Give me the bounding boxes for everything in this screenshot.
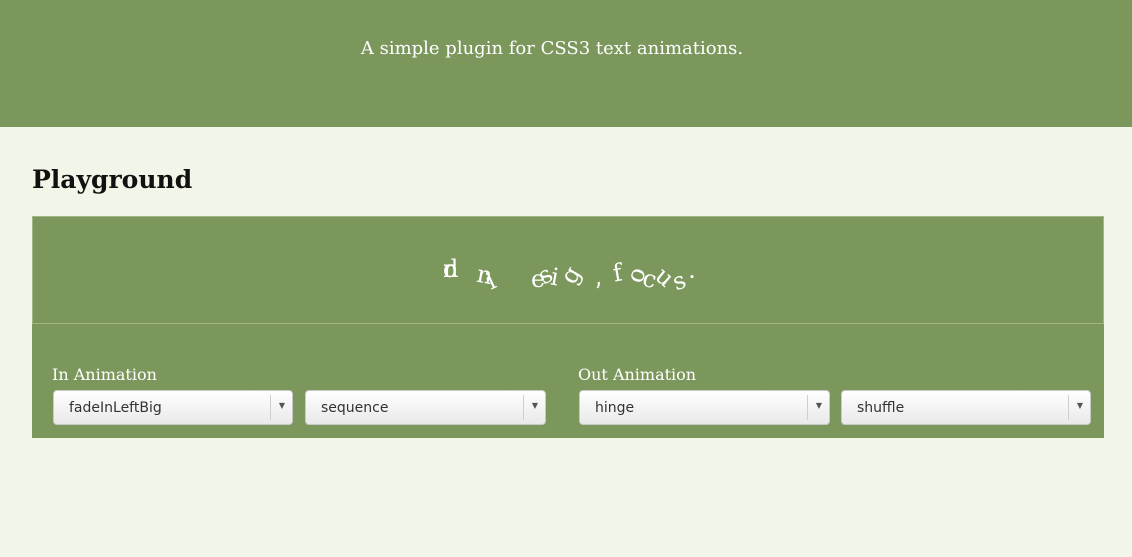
preview-text: in design, focus. bbox=[443, 255, 703, 296]
in-effect-value: fadeInLeftBig bbox=[69, 400, 162, 416]
preview-letter: n bbox=[443, 255, 459, 283]
in-effect-select[interactable]: fadeInLeftBig ▼ bbox=[53, 390, 293, 425]
select-divider bbox=[1068, 395, 1069, 420]
out-type-select[interactable]: shuffle ▼ bbox=[841, 390, 1091, 425]
chevron-down-icon: ▼ bbox=[1076, 401, 1083, 410]
in-type-value: sequence bbox=[321, 400, 389, 416]
chevron-down-icon: ▼ bbox=[815, 401, 822, 410]
in-type-select[interactable]: sequence ▼ bbox=[305, 390, 546, 425]
site-header: A simple plugin for CSS3 text animations… bbox=[0, 0, 1132, 127]
out-effect-value: hinge bbox=[595, 400, 635, 416]
select-divider bbox=[523, 395, 524, 420]
out-type-value: shuffle bbox=[857, 400, 905, 416]
in-animation-label: In Animation bbox=[52, 365, 157, 384]
chevron-down-icon: ▼ bbox=[278, 401, 285, 410]
out-effect-select[interactable]: hinge ▼ bbox=[579, 390, 830, 425]
chevron-down-icon: ▼ bbox=[531, 401, 538, 410]
section-title: Playground bbox=[32, 165, 193, 194]
animation-controls: In Animation fadeInLeftBig ▼ sequence ▼ … bbox=[32, 324, 1104, 438]
out-animation-label: Out Animation bbox=[578, 365, 697, 384]
preview-letter: g bbox=[554, 261, 587, 289]
select-divider bbox=[807, 395, 808, 420]
select-divider bbox=[270, 395, 271, 420]
preview-letter: , bbox=[589, 262, 605, 292]
animation-preview: in design, focus. bbox=[32, 216, 1104, 324]
tagline: A simple plugin for CSS3 text animations… bbox=[360, 38, 744, 59]
